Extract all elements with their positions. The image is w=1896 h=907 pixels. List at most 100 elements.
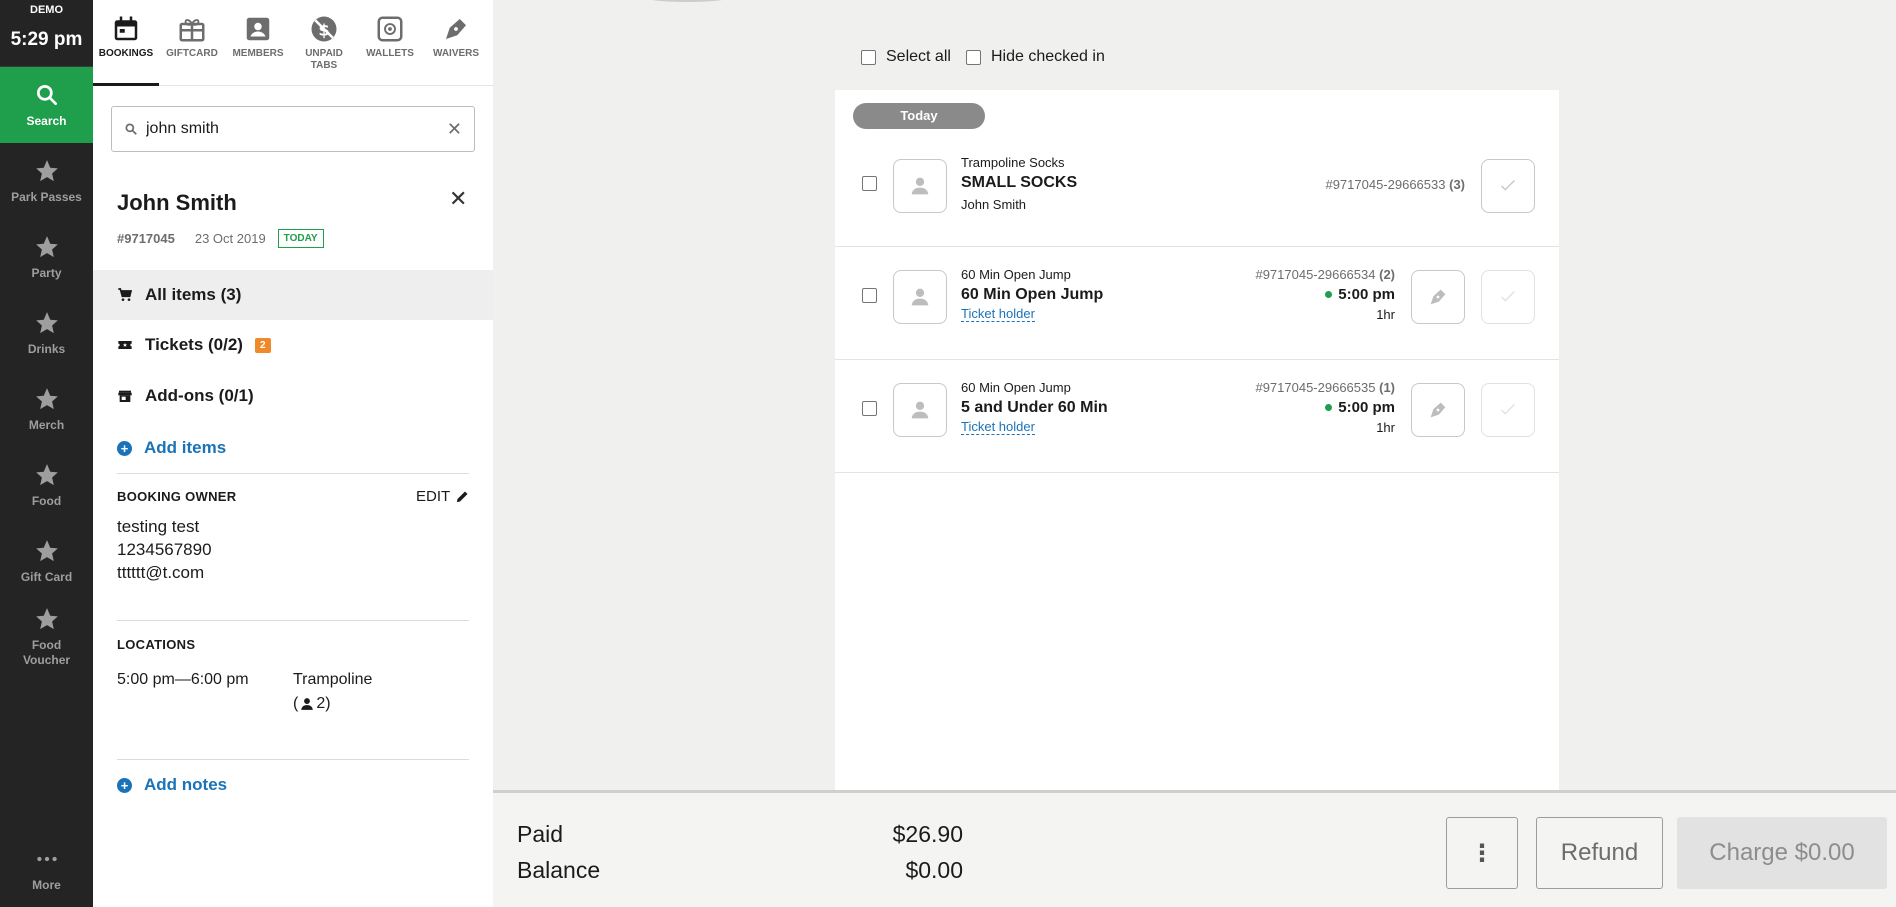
checkmark-icon xyxy=(1501,404,1515,415)
paid-label: Paid xyxy=(517,821,564,847)
booking-meta: #9717045 23 Oct 2019 TODAY xyxy=(117,229,324,248)
tab-label: GIFTCARD xyxy=(166,48,218,59)
rail-item-park-passes[interactable]: Park Passes xyxy=(0,143,93,219)
edit-label: EDIT xyxy=(416,488,451,505)
owner-name: testing test xyxy=(117,517,200,536)
tab-members[interactable]: MEMBERS xyxy=(225,0,291,86)
customer-name: John Smith xyxy=(117,190,237,215)
today-badge: TODAY xyxy=(277,229,324,248)
avatar[interactable] xyxy=(893,270,947,324)
menu-all-items[interactable]: All items (3) xyxy=(93,270,493,320)
search-icon xyxy=(36,84,57,105)
select-all-label: Select all xyxy=(886,48,951,65)
row-checkbox[interactable] xyxy=(862,288,877,303)
rail-item-food-voucher[interactable]: Food Voucher xyxy=(0,599,93,675)
rail-item-more[interactable]: More xyxy=(0,831,93,907)
menu-addons[interactable]: Add-ons (0/1) xyxy=(93,371,493,421)
close-icon[interactable]: ✕ xyxy=(449,186,467,212)
edit-owner-button[interactable]: EDIT xyxy=(416,488,470,505)
add-notes-label: Add notes xyxy=(144,775,228,794)
location-count: ( 2) xyxy=(293,695,331,712)
star-icon xyxy=(35,311,58,333)
list-item: 60 Min Open Jump 60 Min Open Jump Ticket… xyxy=(835,247,1559,360)
item-reference: #9717045-29666535 (1) xyxy=(1255,380,1395,395)
checkbox[interactable] xyxy=(966,49,981,65)
rail-item-label: Food xyxy=(31,493,62,508)
booking-owner-title: BOOKING OWNER xyxy=(117,489,237,504)
check-in-button[interactable] xyxy=(1481,383,1535,437)
person-icon xyxy=(911,177,929,195)
checkbox[interactable] xyxy=(861,49,876,65)
person-icon xyxy=(911,288,929,306)
status-dot xyxy=(1325,291,1333,298)
clock: 5:29 pm xyxy=(0,20,93,67)
tab-bookings[interactable]: BOOKINGS xyxy=(93,0,159,86)
star-icon xyxy=(35,387,58,409)
star-icon xyxy=(35,463,58,485)
rail-item-party[interactable]: Party xyxy=(0,219,93,295)
item-time-label: 5:00 pm xyxy=(1338,399,1395,416)
menu-tickets[interactable]: Tickets (0/2) 2 xyxy=(93,320,493,370)
tab-label: UNPAID TABS xyxy=(305,48,343,71)
row-checkbox[interactable] xyxy=(862,401,877,416)
balance-label: Balance xyxy=(517,857,601,883)
plus-circle-icon: + xyxy=(117,440,132,456)
paid-value: $26.90 xyxy=(892,821,963,847)
tab-wallets[interactable]: WALLETS xyxy=(357,0,423,86)
rail-item-food[interactable]: Food xyxy=(0,447,93,523)
scroll-shadow xyxy=(643,0,731,2)
rail-item-search[interactable]: Search xyxy=(0,67,93,143)
more-options-button[interactable]: ⋮ xyxy=(1446,817,1518,889)
row-checkbox[interactable] xyxy=(862,176,877,191)
no-money-icon: $ xyxy=(311,16,337,42)
ticket-holder-link[interactable]: Ticket holder xyxy=(961,306,1035,322)
divider xyxy=(117,473,469,474)
tab-giftcard[interactable]: GIFTCARD xyxy=(159,0,225,86)
charge-button[interactable]: Charge $0.00 xyxy=(1677,817,1887,889)
demo-label: DEMO xyxy=(30,4,63,16)
pencil-icon xyxy=(457,491,468,503)
avatar[interactable] xyxy=(893,159,947,213)
tickets-count-badge: 2 xyxy=(254,337,271,353)
avatar[interactable] xyxy=(893,383,947,437)
more-dots-icon xyxy=(36,856,57,861)
sign-waiver-button[interactable] xyxy=(1411,270,1465,324)
rail-item-drinks[interactable]: Drinks xyxy=(0,295,93,371)
item-ref-number: #9717045-29666535 xyxy=(1255,380,1376,395)
clear-search-icon[interactable]: ✕ xyxy=(447,119,462,140)
rail-item-gift-card[interactable]: Gift Card xyxy=(0,523,93,599)
check-in-button[interactable] xyxy=(1481,270,1535,324)
check-in-button[interactable] xyxy=(1481,159,1535,213)
hide-checked-in-checkbox[interactable]: Hide checked in xyxy=(966,48,1105,66)
status-dot xyxy=(1325,404,1333,411)
search-input[interactable] xyxy=(146,120,447,138)
item-title: 5 and Under 60 Min xyxy=(961,399,1108,416)
rail-item-label: Merch xyxy=(28,417,65,432)
list-item: 60 Min Open Jump 5 and Under 60 Min Tick… xyxy=(835,360,1559,473)
location-time: 5:00 pm—6:00 pm xyxy=(117,671,249,688)
select-all-checkbox[interactable]: Select all xyxy=(861,48,951,66)
divider xyxy=(117,759,469,760)
search-icon xyxy=(125,123,137,135)
ticket-holder-link[interactable]: Ticket holder xyxy=(961,419,1035,435)
tab-label: MEMBERS xyxy=(232,48,284,59)
tab-waivers[interactable]: WAIVERS xyxy=(423,0,489,86)
item-time: 5:00 pm xyxy=(1325,399,1395,416)
refund-button[interactable]: Refund xyxy=(1536,817,1663,889)
rail-item-label: Gift Card xyxy=(20,569,73,584)
rail-item-label: Drinks xyxy=(27,341,66,356)
calendar-icon xyxy=(114,16,138,41)
location-place: Trampoline xyxy=(293,671,373,688)
add-items-button[interactable]: + Add items xyxy=(117,438,226,458)
star-icon xyxy=(35,235,58,257)
rail-item-merch[interactable]: Merch xyxy=(0,371,93,447)
rail-item-label: Search xyxy=(26,113,67,128)
add-notes-button[interactable]: + Add notes xyxy=(117,775,227,795)
sign-waiver-button[interactable] xyxy=(1411,383,1465,437)
person-icon xyxy=(911,401,929,419)
item-title: 60 Min Open Jump xyxy=(961,286,1104,303)
item-ref-number: #9717045-29666534 xyxy=(1255,267,1376,282)
locations-title: LOCATIONS xyxy=(117,637,196,652)
item-category: Trampoline Socks xyxy=(961,155,1065,170)
tab-unpaid-tabs[interactable]: $ UNPAID TABS xyxy=(291,0,357,86)
